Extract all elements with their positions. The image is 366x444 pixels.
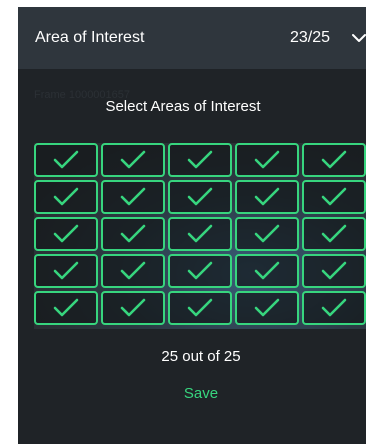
grid-cell[interactable] xyxy=(235,254,299,288)
check-icon xyxy=(120,261,146,280)
check-icon xyxy=(254,150,280,169)
grid-cell[interactable] xyxy=(302,291,366,325)
header-bar: Area of Interest 23/25 xyxy=(18,7,366,69)
check-icon xyxy=(321,150,347,169)
check-icon xyxy=(53,261,79,280)
page-subtitle: Select Areas of Interest xyxy=(105,98,261,115)
check-icon xyxy=(254,298,280,317)
grid-cell[interactable] xyxy=(101,217,165,251)
grid-cell[interactable] xyxy=(168,217,232,251)
check-icon xyxy=(321,261,347,280)
check-icon xyxy=(254,187,280,206)
check-icon xyxy=(187,261,213,280)
header-title: Area of Interest xyxy=(35,29,145,46)
grid-cell[interactable] xyxy=(101,254,165,288)
check-icon xyxy=(187,150,213,169)
aoi-panel: Area of Interest 23/25 Frame 1000001657 … xyxy=(18,7,366,444)
check-icon xyxy=(120,150,146,169)
check-icon xyxy=(120,298,146,317)
grid-cell[interactable] xyxy=(302,180,366,214)
check-icon xyxy=(254,224,280,243)
grid-cell[interactable] xyxy=(168,143,232,177)
check-icon xyxy=(254,261,280,280)
check-icon xyxy=(321,298,347,317)
check-icon xyxy=(53,187,79,206)
check-icon xyxy=(321,187,347,206)
grid-cell[interactable] xyxy=(34,143,98,177)
grid-cell[interactable] xyxy=(302,217,366,251)
check-icon xyxy=(187,224,213,243)
check-icon xyxy=(187,187,213,206)
grid-cell[interactable] xyxy=(235,180,299,214)
grid-cell[interactable] xyxy=(168,291,232,325)
grid-cell[interactable] xyxy=(34,217,98,251)
grid-cell[interactable] xyxy=(302,254,366,288)
check-icon xyxy=(53,150,79,169)
area-grid xyxy=(34,143,366,329)
grid-cell[interactable] xyxy=(302,143,366,177)
grid-cell[interactable] xyxy=(235,291,299,325)
check-icon xyxy=(53,224,79,243)
grid-cell[interactable] xyxy=(101,180,165,214)
check-icon xyxy=(120,224,146,243)
grid-cell[interactable] xyxy=(34,254,98,288)
grid-cell[interactable] xyxy=(168,254,232,288)
check-icon xyxy=(120,187,146,206)
grid-cell[interactable] xyxy=(101,143,165,177)
grid-cell[interactable] xyxy=(235,143,299,177)
header-counter: 23/25 xyxy=(290,29,331,46)
grid-cell[interactable] xyxy=(168,180,232,214)
grid-cell[interactable] xyxy=(34,291,98,325)
check-icon xyxy=(53,298,79,317)
chevron-down-icon[interactable] xyxy=(352,33,366,43)
check-icon xyxy=(321,224,347,243)
save-button[interactable]: Save xyxy=(18,385,366,402)
grid-cell[interactable] xyxy=(235,217,299,251)
check-icon xyxy=(187,298,213,317)
grid-cell[interactable] xyxy=(34,180,98,214)
selection-count: 25 out of 25 xyxy=(161,348,241,365)
content-area: Frame 1000001657 25 out of 25 Save xyxy=(18,69,366,444)
grid-cell[interactable] xyxy=(101,291,165,325)
